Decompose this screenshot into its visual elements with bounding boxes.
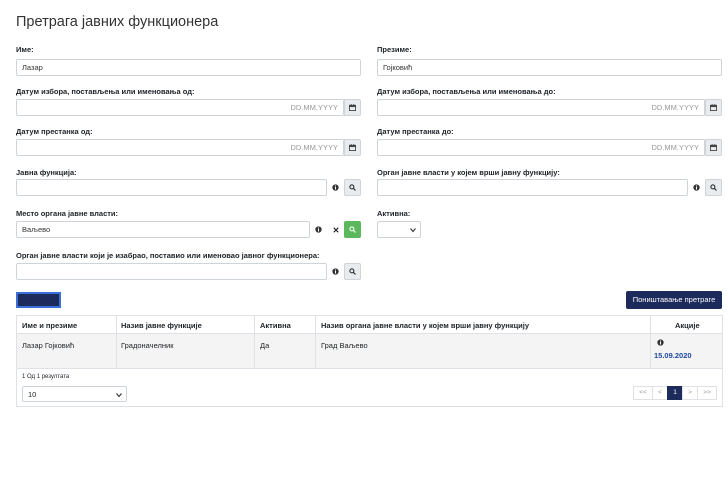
result-count: 1 Од 1 резултата	[22, 374, 70, 380]
function-input[interactable]	[16, 179, 327, 196]
date-to-label: Датум избора, постављења или именовања д…	[377, 87, 556, 96]
info-icon[interactable]	[327, 263, 344, 280]
info-icon[interactable]	[310, 221, 327, 238]
search-button[interactable]: Претрага	[16, 292, 61, 308]
appointing-input[interactable]	[16, 263, 327, 280]
search-icon[interactable]	[705, 179, 722, 196]
first-name-label: Име:	[16, 45, 34, 54]
column-divider	[254, 316, 255, 369]
chevron-down-icon	[410, 228, 416, 233]
active-select[interactable]	[377, 221, 421, 238]
date-from-input[interactable]: DD.MM.YYYY	[16, 99, 344, 116]
end-from-input[interactable]: DD.MM.YYYY	[16, 139, 344, 156]
row-function: Градоначелник	[121, 341, 174, 350]
end-to-label: Датум престанка до:	[377, 127, 454, 136]
last-name-input[interactable]: Гојковић	[377, 59, 722, 76]
pager-last[interactable]: >>	[697, 386, 717, 400]
row-name: Лазар Гојковић	[22, 341, 75, 350]
header-actions: Акције	[675, 321, 700, 330]
page-size-select[interactable]: 10	[22, 386, 127, 402]
header-function[interactable]: Назив јавне функције	[121, 321, 202, 330]
place-label: Место органа јавне власти:	[16, 209, 119, 218]
page-size-value: 10	[28, 390, 37, 399]
calendar-icon[interactable]	[344, 99, 361, 116]
pager-first[interactable]: <<	[633, 386, 653, 400]
column-divider	[116, 316, 117, 369]
chevron-down-icon	[116, 393, 122, 398]
search-icon[interactable]	[344, 263, 361, 280]
table-row: Лазар Гојковић Градоначелник Да Град Ваљ…	[17, 334, 722, 369]
date-to-input[interactable]: DD.MM.YYYY	[377, 99, 705, 116]
search-icon[interactable]	[344, 221, 361, 238]
pager-prev[interactable]: <	[652, 386, 668, 400]
column-divider	[650, 316, 651, 369]
end-to-input[interactable]: DD.MM.YYYY	[377, 139, 705, 156]
calendar-icon[interactable]	[705, 99, 722, 116]
header-active[interactable]: Активна	[260, 321, 291, 330]
calendar-icon[interactable]	[705, 139, 722, 156]
authority-input[interactable]	[377, 179, 688, 196]
column-divider	[315, 316, 316, 369]
row-active: Да	[260, 341, 270, 350]
last-name-label: Презиме:	[377, 45, 412, 54]
page-title: Претрага јавних функционера	[16, 14, 219, 30]
function-label: Јавна функција:	[16, 168, 77, 177]
active-label: Активна:	[377, 209, 411, 218]
header-authority[interactable]: Назив органа јавне власти у којем врши ј…	[321, 321, 529, 330]
calendar-icon[interactable]	[344, 139, 361, 156]
reset-button[interactable]: Поништавање претраге	[626, 291, 722, 309]
pager-next[interactable]: >	[682, 386, 698, 400]
row-action-date-link[interactable]: 15.09.2020	[654, 351, 692, 360]
pagination: << < 1 > >>	[633, 386, 717, 400]
end-from-label: Датум престанка од:	[16, 127, 93, 136]
authority-label: Орган јавне власти у којем врши јавну фу…	[377, 168, 560, 177]
header-name[interactable]: Име и презиме	[22, 321, 77, 330]
search-icon[interactable]	[344, 179, 361, 196]
clear-icon[interactable]	[327, 221, 344, 238]
pager-page-1[interactable]: 1	[667, 386, 683, 400]
table-header: Име и презиме Назив јавне функције Актив…	[17, 316, 722, 334]
info-icon[interactable]	[657, 339, 664, 348]
info-icon[interactable]	[688, 179, 705, 196]
date-from-label: Датум избора, постављења или именовања о…	[16, 87, 195, 96]
appointing-label: Орган јавне власти који је изабрао, пост…	[16, 251, 320, 260]
first-name-input[interactable]: Лазар	[16, 59, 361, 76]
info-icon[interactable]	[327, 179, 344, 196]
place-input[interactable]: Ваљево	[16, 221, 310, 238]
results-table: Име и презиме Назив јавне функције Актив…	[16, 315, 723, 407]
row-authority: Град Ваљево	[321, 341, 368, 350]
